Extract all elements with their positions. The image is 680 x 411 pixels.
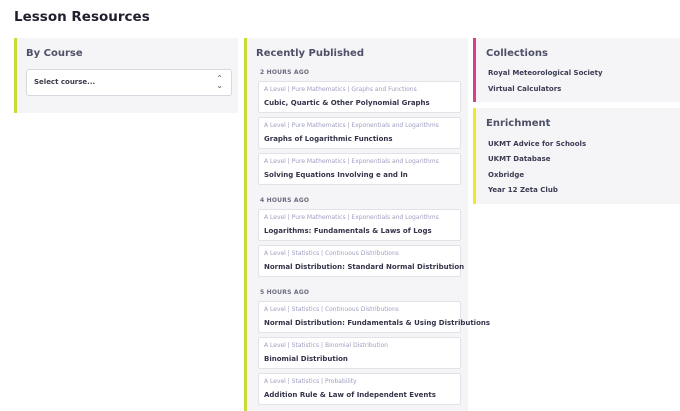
course-select-value: Select course... [34, 78, 96, 86]
by-course-panel: By Course Select course... ⌃ ⌄ [14, 38, 238, 113]
collection-link-royal-meteorological-society[interactable]: Royal Meteorological Society [488, 69, 603, 77]
resource-breadcrumb: A Level | Pure Mathematics | Graphs and … [264, 86, 417, 93]
resource-title[interactable]: Cubic, Quartic & Other Polynomial Graphs [264, 99, 430, 107]
resource-breadcrumb: A Level | Pure Mathematics | Exponential… [264, 214, 439, 221]
resource-title[interactable]: Addition Rule & Law of Independent Event… [264, 391, 436, 399]
resource-card[interactable]: A Level | Pure Mathematics | Exponential… [258, 153, 461, 185]
resource-title[interactable]: Binomial Distribution [264, 355, 348, 363]
resource-card[interactable]: A Level | Statistics | Binomial Distribu… [258, 337, 461, 369]
resource-breadcrumb: A Level | Statistics | Continuous Distri… [264, 250, 399, 257]
resource-card[interactable]: A Level | Statistics | Continuous Distri… [258, 245, 464, 277]
resource-breadcrumb: A Level | Pure Mathematics | Exponential… [264, 158, 439, 165]
page-title: Lesson Resources [14, 9, 150, 25]
enrichment-link-oxbridge[interactable]: Oxbridge [488, 171, 524, 179]
resource-title[interactable]: Graphs of Logarithmic Functions [264, 135, 393, 143]
resource-title[interactable]: Normal Distribution: Standard Normal Dis… [264, 263, 464, 271]
group-label: 2 HOURS AGO [260, 69, 310, 76]
collections-heading: Collections [486, 48, 548, 59]
enrichment-link-year-12-zeta-club[interactable]: Year 12 Zeta Club [488, 186, 558, 194]
resource-card[interactable]: A Level | Statistics | Probability Addit… [258, 373, 461, 405]
by-course-heading: By Course [26, 48, 83, 59]
enrichment-panel: Enrichment UKMT Advice for Schools UKMT … [473, 108, 680, 204]
enrichment-heading: Enrichment [486, 118, 551, 129]
recently-published-panel: Recently Published 2 HOURS AGO A Level |… [244, 38, 490, 411]
resource-breadcrumb: A Level | Pure Mathematics | Exponential… [264, 122, 439, 129]
resource-breadcrumb: A Level | Statistics | Probability [264, 378, 357, 385]
resource-card[interactable]: A Level | Pure Mathematics | Exponential… [258, 117, 461, 149]
course-select[interactable]: Select course... ⌃ ⌄ [26, 69, 232, 96]
enrichment-link-ukmt-database[interactable]: UKMT Database [488, 155, 551, 163]
resource-title[interactable]: Normal Distribution: Fundamentals & Usin… [264, 319, 490, 327]
collections-panel: Collections Royal Meteorological Society… [473, 38, 680, 102]
resource-breadcrumb: A Level | Statistics | Binomial Distribu… [264, 342, 388, 349]
resource-title[interactable]: Logarithms: Fundamentals & Laws of Logs [264, 227, 432, 235]
group-label: 5 HOURS AGO [260, 289, 310, 296]
resource-title[interactable]: Solving Equations Involving e and ln [264, 171, 408, 179]
resource-card[interactable]: A Level | Statistics | Continuous Distri… [258, 301, 490, 333]
resource-breadcrumb: A Level | Statistics | Continuous Distri… [264, 306, 399, 313]
recently-published-heading: Recently Published [256, 48, 364, 59]
enrichment-link-ukmt-advice[interactable]: UKMT Advice for Schools [488, 140, 586, 148]
group-label: 4 HOURS AGO [260, 197, 310, 204]
resource-card[interactable]: A Level | Pure Mathematics | Exponential… [258, 209, 461, 241]
chevron-up-down-icon: ⌃ ⌄ [216, 74, 223, 90]
resource-card[interactable]: A Level | Pure Mathematics | Graphs and … [258, 81, 461, 113]
collection-link-virtual-calculators[interactable]: Virtual Calculators [488, 85, 561, 93]
